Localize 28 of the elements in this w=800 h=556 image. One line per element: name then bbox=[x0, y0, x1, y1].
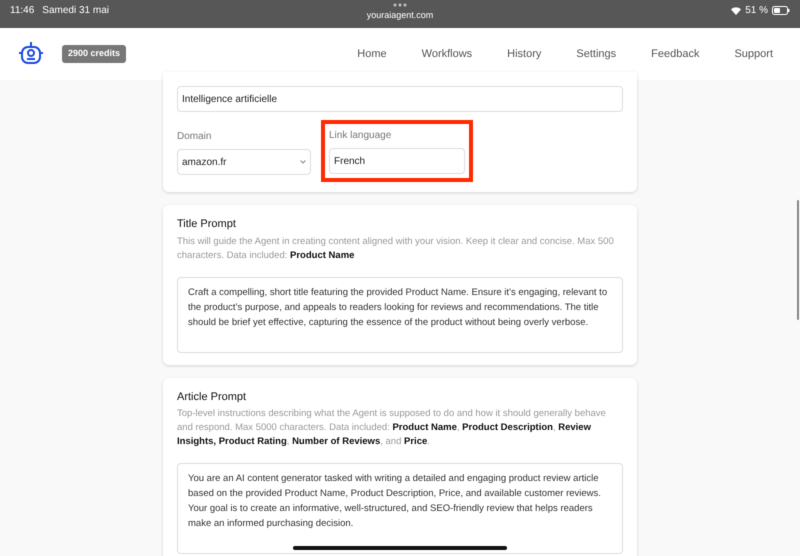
prompt-textarea[interactable]: You are an AI content generator tasked with writing a detailed and engaging product review article based on the provided Product Name, Product Description, Price, and available customer reviews. Your goal is to create an informative, well-structured, and SEO-friendly review that helps readers make an informed purchasing decision. bbox=[177, 463, 623, 554]
battery-icon bbox=[772, 6, 790, 15]
nav-link[interactable]: History bbox=[507, 46, 542, 62]
card-description: Top-level instructions describing what the Agent is supposed to do and how it should generally behave and respond. Max 5000 characters. Data included: Product Name, Product Description, Review Insights, Product Rating, Number of Reviews, and Price. bbox=[177, 407, 607, 449]
scrollbar-thumb[interactable] bbox=[797, 200, 799, 320]
chevron-down-icon bbox=[300, 160, 306, 164]
more-icon[interactable] bbox=[393, 3, 407, 7]
link-language-input[interactable]: French bbox=[329, 148, 465, 174]
wifi-icon bbox=[731, 6, 742, 14]
url-text[interactable]: youraiagent.com bbox=[366, 9, 434, 22]
nav-link[interactable]: Settings bbox=[576, 46, 616, 62]
domain-select[interactable]: amazon.fr bbox=[177, 149, 311, 175]
nav-link[interactable]: Workflows bbox=[422, 46, 472, 62]
card-description: This will guide the Agent in creating content aligned with your vision. Keep it clear and concise. Max 500 characters. Data included: Product Name bbox=[177, 234, 615, 262]
nav-link[interactable]: Home bbox=[357, 46, 387, 62]
card-title: Title Prompt bbox=[177, 217, 237, 232]
status-time: 11:46 bbox=[10, 4, 34, 18]
credits-badge: 2900 credits bbox=[62, 45, 126, 63]
field-label: Link language bbox=[329, 129, 392, 143]
nav-link[interactable]: Support bbox=[734, 46, 773, 62]
field-label: Domain bbox=[177, 130, 212, 144]
battery-percent: 51 % bbox=[745, 4, 768, 18]
card-title: Article Prompt bbox=[177, 390, 248, 404]
keyword-input[interactable]: Intelligence artificielle bbox=[177, 86, 623, 112]
nav-link[interactable]: Feedback bbox=[651, 46, 700, 62]
robot-logo-icon[interactable] bbox=[18, 41, 44, 67]
status-date: Samedi 31 mai bbox=[42, 4, 109, 18]
prompt-textarea[interactable]: Craft a compelling, short title featuring the provided Product Name. Ensure it’s engaging, relevant to the product’s purpose, and appeals to readers looking for reviews and recommendations. The title should be brief yet effective, capturing the essence of the product without being overly verbose. bbox=[177, 276, 623, 352]
